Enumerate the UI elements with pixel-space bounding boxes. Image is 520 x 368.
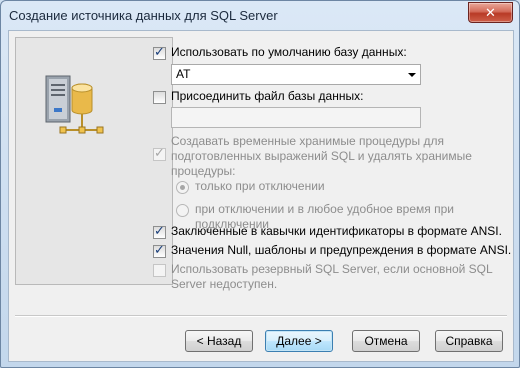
- temp-procedures-label: Создавать временные хранимые процедуры д…: [171, 134, 472, 179]
- attach-file-checkbox[interactable]: [153, 91, 166, 104]
- radio-on-disconnect-label: только при отключении: [195, 179, 325, 193]
- title-bar[interactable]: Создание источника данных для SQL Server…: [1, 1, 519, 29]
- failover-line-2: Server недоступен.: [171, 277, 278, 291]
- chevron-down-icon[interactable]: [408, 73, 416, 77]
- illustration-panel: [15, 37, 173, 285]
- temp-procedures-line-3: процедуры:: [171, 164, 236, 178]
- window-title: Создание источника данных для SQL Server: [9, 8, 278, 23]
- temp-procedures-option: Создавать временные хранимые процедуры д…: [153, 134, 472, 179]
- temp-procedures-checkbox: [153, 145, 166, 161]
- button-separator: [15, 315, 507, 317]
- use-default-db-checkbox[interactable]: [153, 44, 166, 60]
- attach-file-option[interactable]: Присоединить файл базы данных:: [153, 89, 363, 104]
- ansi-nulls-label: Значения Null, шаблоны и предупреждения …: [171, 243, 512, 257]
- attach-file-input: [171, 107, 421, 128]
- failover-line-1: Использовать резервный SQL Server, если …: [171, 262, 493, 276]
- radio-on-disconnect-option: только при отключении: [176, 179, 325, 194]
- failover-checkbox: [153, 264, 166, 277]
- temp-procedures-line-1: Создавать временные хранимые процедуры д…: [171, 134, 444, 148]
- next-button[interactable]: Далее >: [265, 330, 333, 352]
- ansi-nulls-checkbox[interactable]: [153, 242, 166, 258]
- ansi-quoted-label: Заключенные в кавычки идентификаторы в ф…: [171, 224, 502, 238]
- ansi-quoted-option[interactable]: Заключенные в кавычки идентификаторы в ф…: [153, 223, 502, 239]
- dialog-window: Создание источника данных для SQL Server…: [0, 0, 520, 368]
- failover-label: Использовать резервный SQL Server, если …: [171, 262, 493, 292]
- server-database-icon: [45, 75, 104, 134]
- temp-procedures-line-2: подготовленных выражений SQL и удалять х…: [171, 149, 472, 163]
- radio-on-disconnect: [176, 181, 189, 194]
- close-button[interactable]: ✕: [468, 2, 513, 23]
- ansi-nulls-option[interactable]: Значения Null, шаблоны и предупреждения …: [153, 242, 512, 258]
- back-button[interactable]: < Назад: [185, 330, 253, 352]
- help-button[interactable]: Справка: [435, 330, 503, 352]
- cancel-button[interactable]: Отмена: [352, 330, 420, 352]
- dialog-client-area: Использовать по умолчанию базу данных: A…: [8, 30, 514, 362]
- attach-file-label: Присоединить файл базы данных:: [171, 89, 364, 103]
- radio-on-disconnect-anytime: [176, 204, 189, 217]
- default-db-value: AT: [176, 67, 191, 81]
- default-db-combobox[interactable]: AT: [171, 64, 421, 85]
- use-default-db-label: Использовать по умолчанию базу данных:: [171, 45, 407, 59]
- close-icon: ✕: [485, 4, 496, 20]
- use-default-db-option[interactable]: Использовать по умолчанию базу данных:: [153, 44, 407, 60]
- ansi-quoted-checkbox[interactable]: [153, 223, 166, 239]
- failover-option: Использовать резервный SQL Server, если …: [153, 262, 493, 292]
